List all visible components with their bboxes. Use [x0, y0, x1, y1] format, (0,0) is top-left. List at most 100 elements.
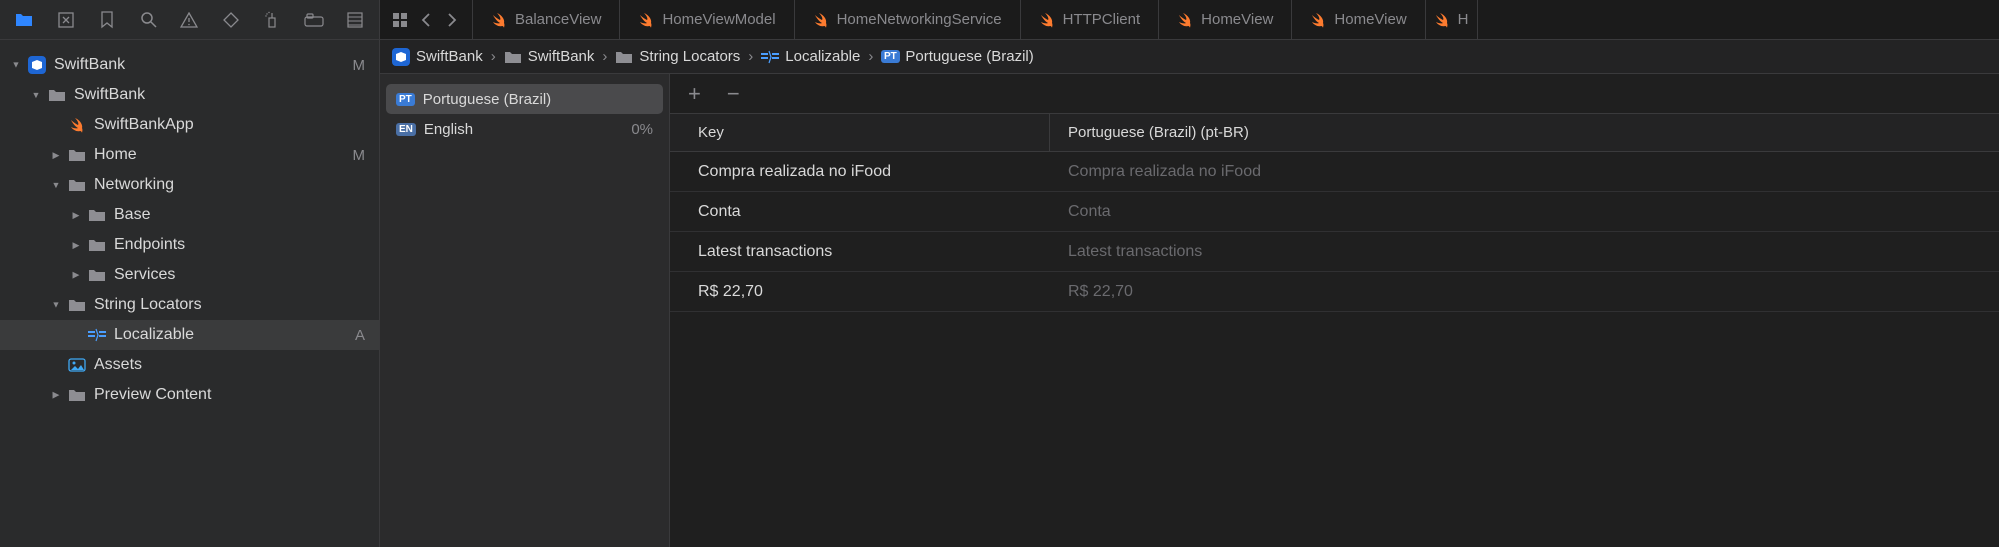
chevron-right-icon: ›	[746, 48, 755, 65]
chevron-icon[interactable]: ▶	[71, 270, 82, 280]
loc-icon	[761, 48, 779, 66]
locale-badge: PT	[396, 93, 415, 106]
tab-h[interactable]: H	[1426, 0, 1478, 39]
tab-label: HomeView	[1334, 11, 1406, 28]
chevron-icon[interactable]: ▼	[51, 180, 62, 190]
tree-item-services[interactable]: ▶ Services	[0, 260, 379, 290]
tree-item-swiftbank[interactable]: ▼SwiftBankM	[0, 50, 379, 80]
tab-homeview[interactable]: HomeView	[1292, 0, 1425, 39]
tree-item-swiftbankapp[interactable]: SwiftBankApp	[0, 110, 379, 140]
chevron-icon[interactable]: ▼	[51, 300, 62, 310]
remove-string-button[interactable]: −	[727, 81, 740, 107]
crumb-localizable[interactable]: Localizable	[761, 48, 860, 66]
tree-item-assets[interactable]: Assets	[0, 350, 379, 380]
grid-icon[interactable]	[390, 10, 410, 30]
tab-label: HomeView	[1201, 11, 1273, 28]
add-string-button[interactable]: +	[688, 81, 701, 107]
string-row[interactable]: Latest transactionsLatest transactions	[670, 232, 1999, 272]
chevron-icon[interactable]: ▶	[51, 390, 62, 400]
string-value[interactable]: Compra realizada no iFood	[1050, 152, 1999, 191]
crumb-label: SwiftBank	[528, 48, 595, 65]
tab-homeview[interactable]: HomeView	[1159, 0, 1292, 39]
locale-en[interactable]: EN English 0%	[386, 114, 663, 144]
tree-item-home[interactable]: ▶ HomeM	[0, 140, 379, 170]
proj-icon	[26, 56, 48, 74]
chevron-icon[interactable]: ▼	[31, 90, 42, 100]
proj-icon	[392, 48, 410, 66]
back-icon[interactable]	[416, 10, 436, 30]
tree-label: Base	[114, 206, 365, 224]
tree-label: Networking	[94, 176, 365, 194]
tree-item-preview-content[interactable]: ▶ Preview Content	[0, 380, 379, 410]
strings-toolbar: + −	[670, 74, 1999, 114]
bookmark-icon[interactable]	[97, 10, 116, 30]
list-icon[interactable]	[346, 10, 365, 30]
crumb-swiftbank[interactable]: SwiftBank	[392, 48, 483, 66]
search-icon[interactable]	[139, 10, 158, 30]
tab-httpclient[interactable]: HTTPClient	[1021, 0, 1160, 39]
locale-percent: 0%	[631, 121, 653, 138]
box-x-icon[interactable]	[56, 10, 75, 30]
breadcrumb: SwiftBank › SwiftBank › String Locators › Loca…	[380, 40, 1999, 74]
crumb-portuguese-brazil-[interactable]: PTPortuguese (Brazil)	[881, 48, 1033, 66]
string-key[interactable]: R$ 22,70	[670, 272, 1050, 311]
tree-item-endpoints[interactable]: ▶Endpoints	[0, 230, 379, 260]
scm-badge: M	[353, 147, 366, 164]
string-row[interactable]: Compra realizada no iFoodCompra realizad…	[670, 152, 1999, 192]
header-value[interactable]: Portuguese (Brazil) (pt-BR)	[1050, 114, 1999, 151]
folder-icon	[86, 238, 108, 252]
crumb-label: String Locators	[639, 48, 740, 65]
tab-icon[interactable]	[304, 10, 324, 30]
swift-icon	[491, 12, 507, 28]
string-row[interactable]: ContaConta	[670, 192, 1999, 232]
tree-item-string-locators[interactable]: ▼ String Locators	[0, 290, 379, 320]
tree-label: Services	[114, 266, 365, 284]
tree-label: Preview Content	[94, 386, 365, 404]
forward-icon[interactable]	[442, 10, 462, 30]
tab-homenetworkingservice[interactable]: HomeNetworkingService	[795, 0, 1021, 39]
editor-tab-bar: BalanceView HomeViewModelHomeNetworkingSe…	[380, 0, 1999, 40]
crumb-swiftbank[interactable]: SwiftBank	[504, 48, 595, 66]
string-key[interactable]: Conta	[670, 192, 1050, 231]
tab-label: HTTPClient	[1063, 11, 1141, 28]
swift-icon	[813, 12, 829, 28]
diamond-icon[interactable]	[221, 10, 240, 30]
locale-badge: EN	[396, 123, 416, 136]
tree-item-networking[interactable]: ▼ Networking	[0, 170, 379, 200]
folder-icon	[615, 48, 633, 66]
strings-editor: + − Key Portuguese (Brazil) (pt-BR) Comp…	[670, 74, 1999, 547]
folder-icon[interactable]	[14, 10, 34, 30]
string-value[interactable]: Latest transactions	[1050, 232, 1999, 271]
warning-icon[interactable]	[180, 10, 199, 30]
locale-label: English	[424, 121, 473, 138]
tab-balanceview[interactable]: BalanceView	[473, 0, 620, 39]
chevron-icon[interactable]: ▼	[11, 60, 22, 70]
chevron-icon[interactable]: ▶	[71, 240, 82, 250]
tree-label: String Locators	[94, 296, 365, 314]
locale-label: Portuguese (Brazil)	[423, 91, 551, 108]
string-value[interactable]: Conta	[1050, 192, 1999, 231]
locale-pt[interactable]: PT Portuguese (Brazil)	[386, 84, 663, 114]
chevron-icon[interactable]: ▶	[71, 210, 82, 220]
tree-item-swiftbank[interactable]: ▼SwiftBank	[0, 80, 379, 110]
tab-label: BalanceView	[515, 11, 601, 28]
chevron-right-icon: ›	[600, 48, 609, 65]
tree-label: Assets	[94, 356, 365, 374]
chevron-icon[interactable]: ▶	[51, 150, 62, 160]
tree-item-localizable[interactable]: LocalizableA	[0, 320, 379, 350]
tab-homeviewmodel[interactable]: HomeViewModel	[620, 0, 794, 39]
locale-list: PT Portuguese (Brazil) EN English 0%	[380, 74, 670, 547]
crumb-label: SwiftBank	[416, 48, 483, 65]
string-key[interactable]: Compra realizada no iFood	[670, 152, 1050, 191]
folder-icon	[46, 88, 68, 102]
tree-item-base[interactable]: ▶ Base	[0, 200, 379, 230]
string-row[interactable]: R$ 22,70R$ 22,70	[670, 272, 1999, 312]
string-key[interactable]: Latest transactions	[670, 232, 1050, 271]
tree-label: Home	[94, 146, 353, 164]
crumb-string-locators[interactable]: String Locators	[615, 48, 740, 66]
chevron-right-icon: ›	[489, 48, 498, 65]
swift-icon	[66, 117, 88, 133]
header-key[interactable]: Key	[670, 114, 1050, 151]
string-value[interactable]: R$ 22,70	[1050, 272, 1999, 311]
spray-icon[interactable]	[262, 10, 281, 30]
